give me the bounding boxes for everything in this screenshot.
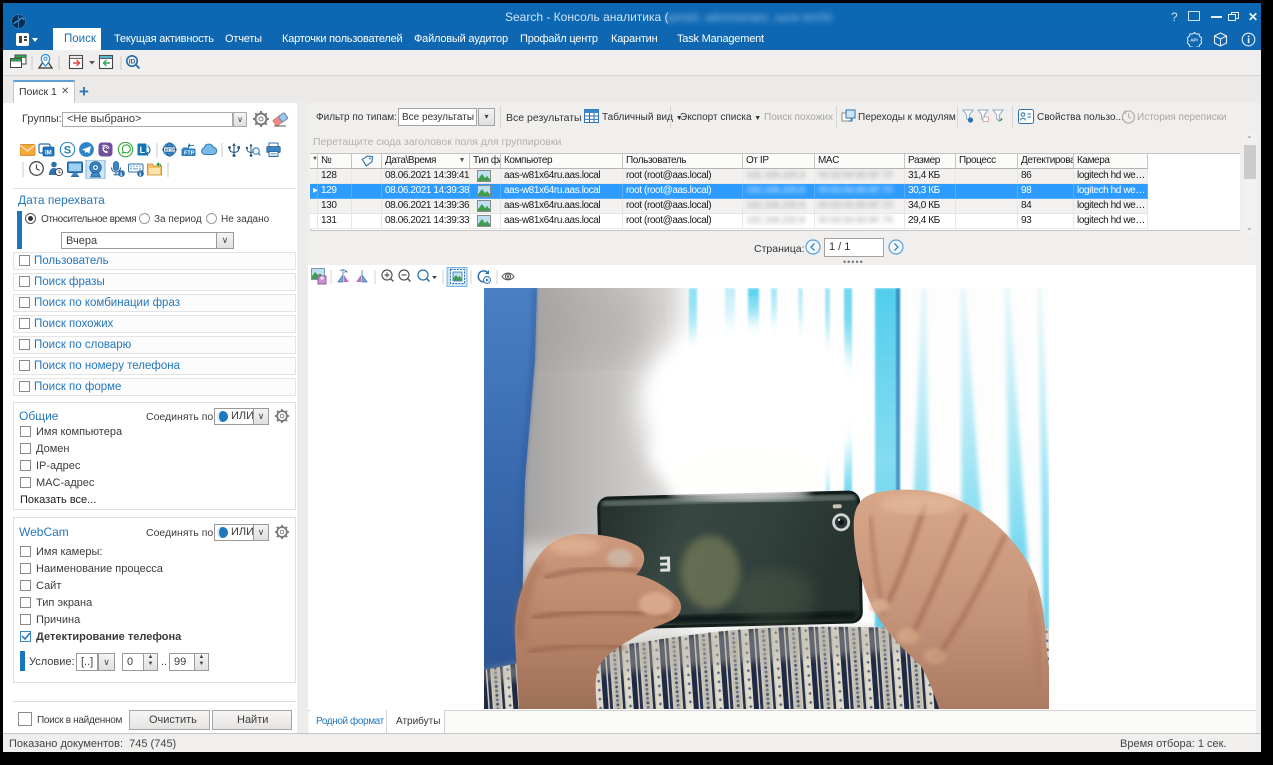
svg-text:i: i bbox=[120, 171, 122, 178]
svg-text:i: i bbox=[139, 171, 141, 178]
svg-text:HTTP: HTTP bbox=[165, 147, 176, 152]
svg-text:FTP: FTP bbox=[184, 151, 195, 157]
svg-text:IM: IM bbox=[45, 151, 52, 157]
svg-text:ID: ID bbox=[129, 58, 136, 65]
svg-text:API: API bbox=[1190, 38, 1198, 43]
svg-text:S: S bbox=[64, 145, 71, 157]
